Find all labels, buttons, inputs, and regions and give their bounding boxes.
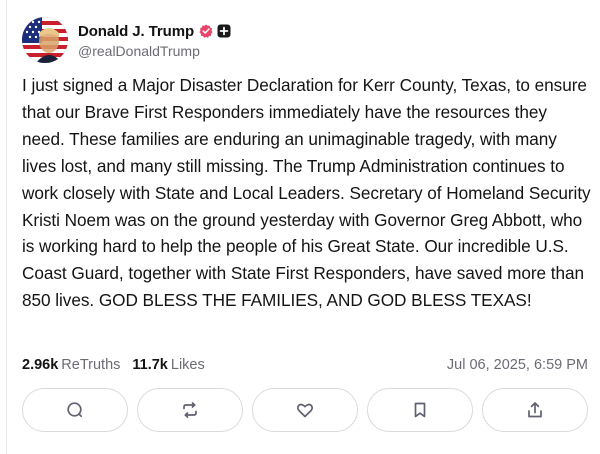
like-button[interactable] [252, 388, 358, 432]
bookmark-button[interactable] [367, 388, 473, 432]
truth-post-card: Donald J. Trump @realDonaldTrump I just … [0, 0, 600, 454]
post-action-bar [22, 388, 588, 432]
post-stats: 2.96k ReTruths 11.7k Likes Jul 06, 2025,… [22, 354, 588, 376]
author-avatar[interactable] [22, 17, 68, 63]
post-header: Donald J. Trump @realDonaldTrump [22, 14, 231, 66]
retruth-button[interactable] [137, 388, 243, 432]
author-info: Donald J. Trump @realDonaldTrump [78, 21, 231, 59]
author-handle[interactable]: @realDonaldTrump [78, 43, 231, 59]
retruths-label[interactable]: ReTruths [61, 357, 120, 373]
author-name-row: Donald J. Trump [78, 21, 231, 41]
bookmark-icon [414, 402, 426, 418]
reply-button[interactable] [22, 388, 128, 432]
likes-count[interactable]: 11.7k [132, 357, 168, 373]
comment-icon [67, 402, 83, 418]
heart-icon [296, 403, 314, 418]
verified-badge-icon [199, 24, 213, 38]
share-button[interactable] [482, 388, 588, 432]
likes-label[interactable]: Likes [171, 357, 205, 373]
flag-avatar-icon [22, 17, 68, 63]
repost-icon [183, 402, 197, 418]
retruths-count[interactable]: 2.96k [22, 357, 58, 373]
plus-badge-icon [217, 24, 231, 38]
share-icon [528, 402, 542, 418]
author-display-name[interactable]: Donald J. Trump [78, 23, 194, 40]
post-body-text: I just signed a Major Disaster Declarati… [22, 75, 591, 311]
post-timestamp[interactable]: Jul 06, 2025, 6:59 PM [447, 357, 588, 373]
